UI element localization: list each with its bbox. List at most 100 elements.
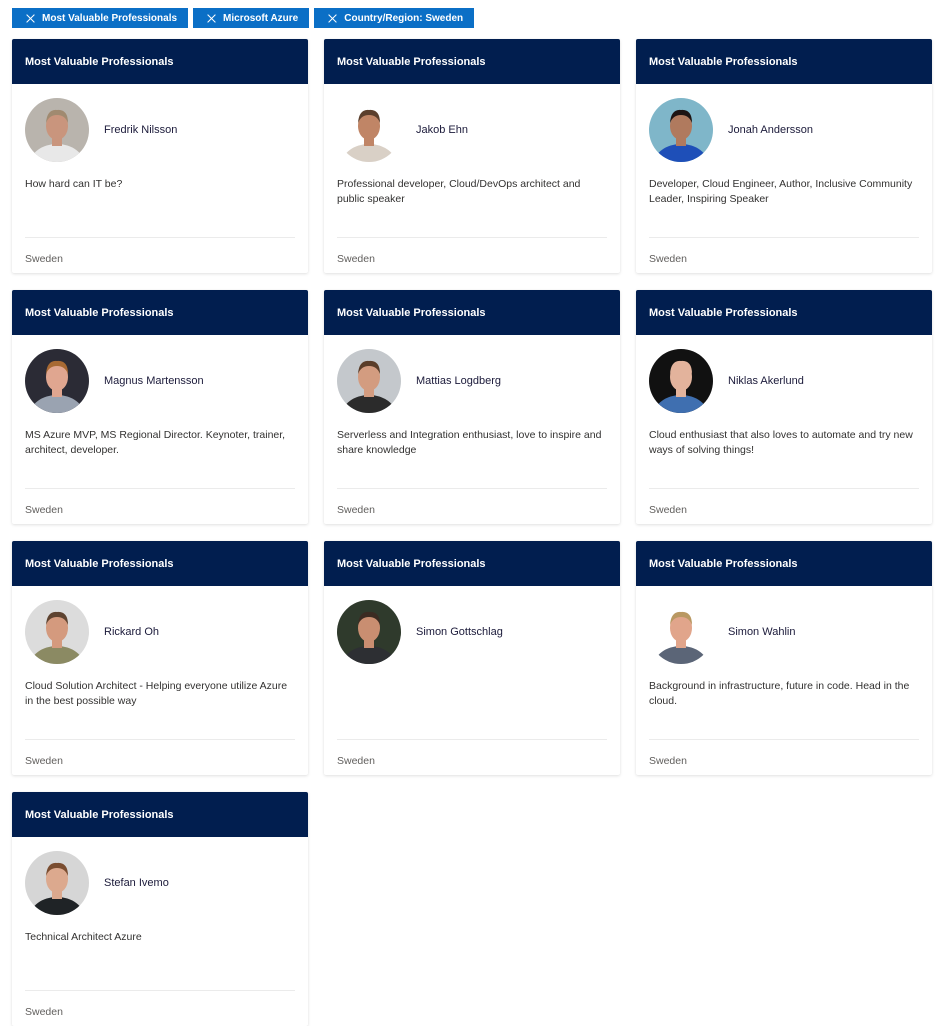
person-bio: Developer, Cloud Engineer, Author, Inclu… <box>649 178 913 205</box>
close-icon[interactable] <box>328 14 337 23</box>
filter-chip-label: Most Valuable Professionals <box>42 12 178 24</box>
close-icon[interactable] <box>26 14 35 23</box>
filter-chip-label: Microsoft Azure <box>223 12 299 24</box>
card-category: Most Valuable Professionals <box>636 290 932 335</box>
category-label: Most Valuable Professionals <box>25 55 174 68</box>
person-country: Sweden <box>649 504 687 516</box>
card-divider <box>25 990 295 991</box>
card-category: Most Valuable Professionals <box>12 541 308 586</box>
category-label: Most Valuable Professionals <box>337 306 486 319</box>
person-row: Magnus Martensson <box>25 349 204 413</box>
avatar[interactable] <box>25 98 89 162</box>
person-row: Fredrik Nilsson <box>25 98 177 162</box>
card-category: Most Valuable Professionals <box>324 39 620 84</box>
person-country: Sweden <box>337 504 375 516</box>
card-category: Most Valuable Professionals <box>324 290 620 335</box>
avatar[interactable] <box>337 600 401 664</box>
person-bio: Background in infrastructure, future in … <box>649 680 910 707</box>
person-country: Sweden <box>337 253 375 265</box>
person-bio: Cloud Solution Architect - Helping every… <box>25 680 288 707</box>
avatar[interactable] <box>649 98 713 162</box>
avatar[interactable] <box>25 851 89 915</box>
person-row: Jonah Andersson <box>649 98 813 162</box>
person-row: Simon Wahlin <box>649 600 795 664</box>
profile-card[interactable]: Most Valuable Professionals Mattias Logd… <box>324 290 620 524</box>
avatar-photo <box>649 349 713 413</box>
person-country: Sweden <box>649 253 687 265</box>
category-label: Most Valuable Professionals <box>25 306 174 319</box>
category-label: Most Valuable Professionals <box>25 808 174 821</box>
card-divider <box>25 739 295 740</box>
person-name[interactable]: Fredrik Nilsson <box>104 124 177 136</box>
person-country: Sweden <box>25 1006 63 1018</box>
avatar-photo <box>649 98 713 162</box>
avatar-photo <box>337 349 401 413</box>
person-bio: How hard can IT be? <box>25 178 123 190</box>
close-icon[interactable] <box>207 14 216 23</box>
profile-grid: Most Valuable Professionals Fredrik Nils… <box>12 39 932 1026</box>
filter-chip-mvp[interactable]: Most Valuable Professionals <box>12 8 189 28</box>
avatar-photo <box>337 600 401 664</box>
avatar-photo <box>25 349 89 413</box>
card-divider <box>649 739 919 740</box>
person-row: Jakob Ehn <box>337 98 468 162</box>
card-category: Most Valuable Professionals <box>636 541 932 586</box>
person-name[interactable]: Niklas Akerlund <box>728 375 804 387</box>
card-category: Most Valuable Professionals <box>12 39 308 84</box>
category-label: Most Valuable Professionals <box>649 557 798 570</box>
profile-card[interactable]: Most Valuable Professionals Jakob Ehn Pr… <box>324 39 620 273</box>
person-row: Simon Gottschlag <box>337 600 503 664</box>
person-bio: Serverless and Integration enthusiast, l… <box>337 429 602 456</box>
profile-card[interactable]: Most Valuable Professionals Fredrik Nils… <box>12 39 308 273</box>
avatar-photo <box>25 98 89 162</box>
person-name[interactable]: Simon Gottschlag <box>416 626 503 638</box>
profile-card[interactable]: Most Valuable Professionals Rickard Oh C… <box>12 541 308 775</box>
avatar[interactable] <box>25 600 89 664</box>
person-country: Sweden <box>25 504 63 516</box>
person-name[interactable]: Mattias Logdberg <box>416 375 501 387</box>
person-country: Sweden <box>25 755 63 767</box>
active-filters: Most Valuable Professionals Microsoft Az… <box>12 8 475 28</box>
person-country: Sweden <box>649 755 687 767</box>
card-category: Most Valuable Professionals <box>324 541 620 586</box>
avatar[interactable] <box>337 98 401 162</box>
avatar[interactable] <box>649 600 713 664</box>
person-name[interactable]: Jakob Ehn <box>416 124 468 136</box>
person-bio: MS Azure MVP, MS Regional Director. Keyn… <box>25 429 286 456</box>
person-country: Sweden <box>337 755 375 767</box>
card-divider <box>25 488 295 489</box>
profile-card[interactable]: Most Valuable Professionals Simon Wahlin… <box>636 541 932 775</box>
card-divider <box>337 739 607 740</box>
filter-chip-azure[interactable]: Microsoft Azure <box>193 8 310 28</box>
person-name[interactable]: Jonah Andersson <box>728 124 813 136</box>
filter-chip-country[interactable]: Country/Region: Sweden <box>314 8 475 28</box>
person-name[interactable]: Rickard Oh <box>104 626 159 638</box>
person-name[interactable]: Magnus Martensson <box>104 375 204 387</box>
person-name[interactable]: Stefan Ivemo <box>104 877 169 889</box>
avatar-photo <box>337 98 401 162</box>
avatar-photo <box>25 851 89 915</box>
category-label: Most Valuable Professionals <box>649 55 798 68</box>
card-divider <box>649 488 919 489</box>
card-category: Most Valuable Professionals <box>636 39 932 84</box>
person-bio: Technical Architect Azure <box>25 931 142 943</box>
card-divider <box>337 488 607 489</box>
person-country: Sweden <box>25 253 63 265</box>
avatar[interactable] <box>337 349 401 413</box>
person-row: Rickard Oh <box>25 600 159 664</box>
profile-card[interactable]: Most Valuable Professionals Niklas Akerl… <box>636 290 932 524</box>
person-name[interactable]: Simon Wahlin <box>728 626 795 638</box>
avatar[interactable] <box>25 349 89 413</box>
profile-card[interactable]: Most Valuable Professionals Simon Gottsc… <box>324 541 620 775</box>
avatar-photo <box>649 600 713 664</box>
profile-card[interactable]: Most Valuable Professionals Magnus Marte… <box>12 290 308 524</box>
avatar-photo <box>25 600 89 664</box>
profile-card[interactable]: Most Valuable Professionals Stefan Ivemo… <box>12 792 308 1026</box>
category-label: Most Valuable Professionals <box>337 557 486 570</box>
card-divider <box>649 237 919 238</box>
avatar[interactable] <box>649 349 713 413</box>
person-row: Stefan Ivemo <box>25 851 169 915</box>
person-bio: Cloud enthusiast that also loves to auto… <box>649 429 913 456</box>
person-row: Niklas Akerlund <box>649 349 804 413</box>
profile-card[interactable]: Most Valuable Professionals Jonah Anders… <box>636 39 932 273</box>
